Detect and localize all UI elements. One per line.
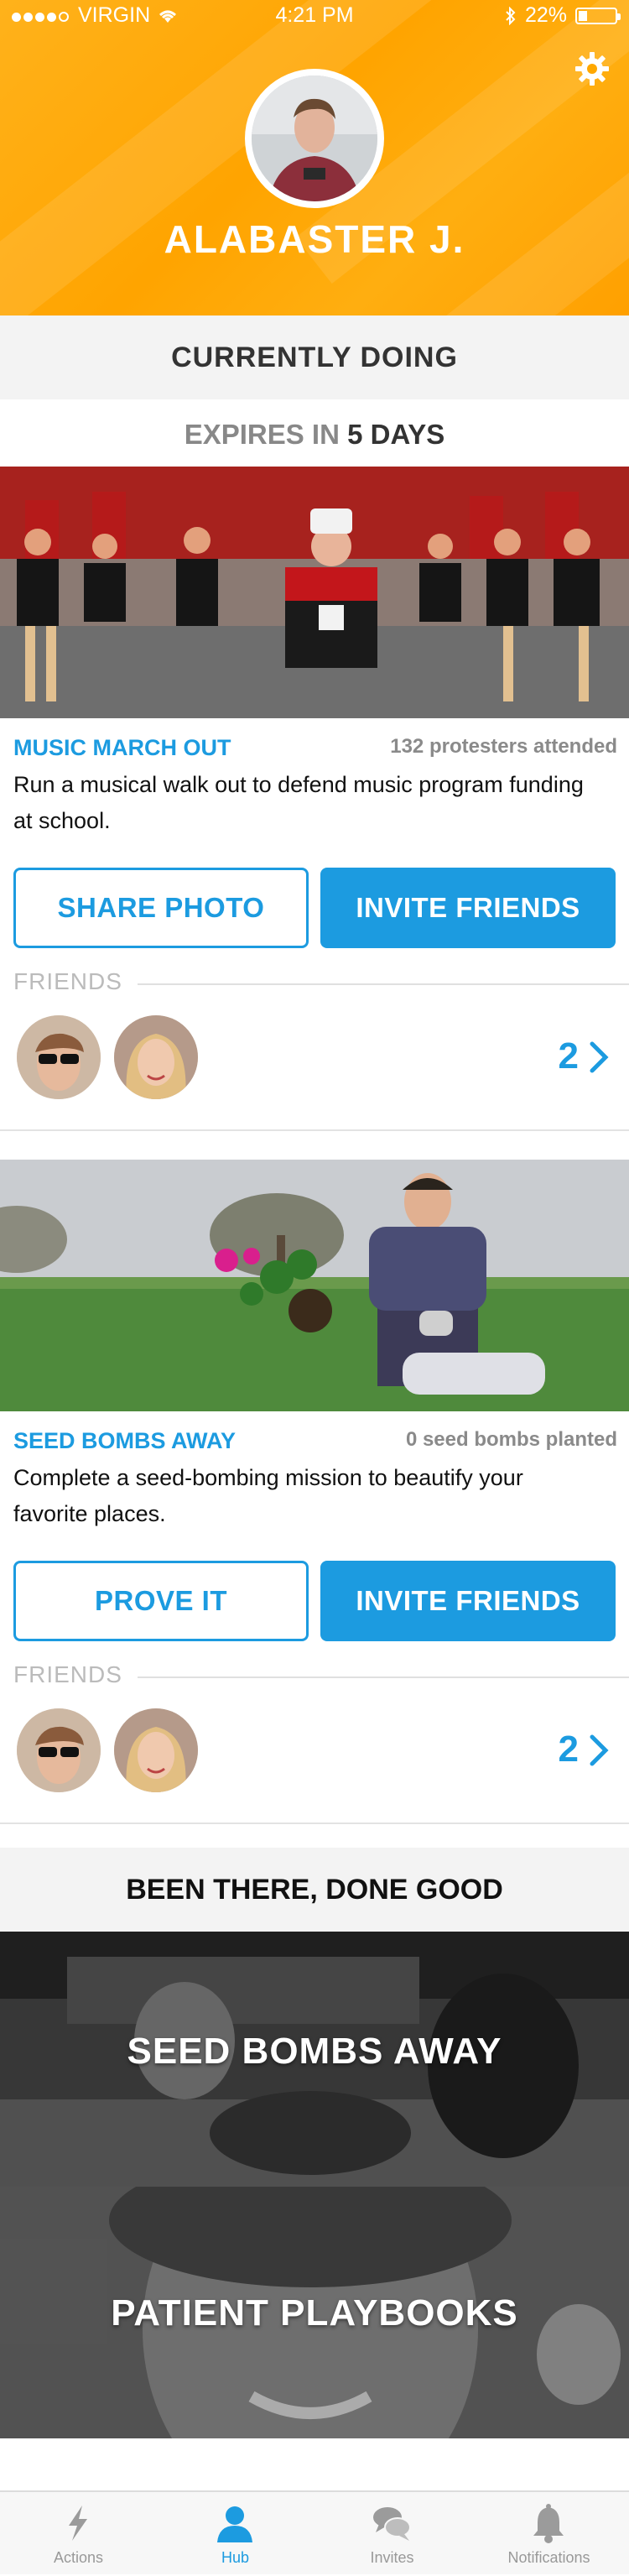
prove-it-button[interactable]: PROVE IT <box>13 1561 309 1641</box>
profile-avatar[interactable] <box>252 76 377 201</box>
person-icon <box>217 2506 252 2542</box>
bluetooth-icon <box>506 6 516 25</box>
profile-name: ALABASTER J. <box>164 217 465 261</box>
completed-actions-header: BEEN THERE, DONE GOOD <box>0 1848 629 1932</box>
expires-text: EXPIRES IN 5 DAYS <box>0 399 629 470</box>
battery-icon <box>575 7 621 24</box>
completed-action-title: PATIENT PLAYBOOKS <box>111 2292 518 2334</box>
tab-actions[interactable]: Actions <box>0 2492 157 2576</box>
lightning-icon <box>69 2506 87 2541</box>
chat-bubbles-icon <box>373 2507 411 2541</box>
currently-doing-header: CURRENTLY DOING <box>0 315 629 399</box>
chevron-right-icon[interactable] <box>587 1734 611 1767</box>
expires-prefix: EXPIRES IN <box>184 419 340 450</box>
friend-avatar[interactable] <box>17 1708 101 1792</box>
tab-label: Hub <box>221 2549 250 2566</box>
share-photo-button[interactable]: SHARE PHOTO <box>13 868 309 948</box>
invite-friends-button[interactable]: INVITE FRIENDS <box>320 868 616 948</box>
profile-header: VIRGIN 4:21 PM 22% ALABASTER J. <box>0 0 629 315</box>
friends-count[interactable]: 2 <box>559 1035 579 1077</box>
completed-action-title: SEED BOMBS AWAY <box>127 2031 502 2072</box>
tab-hub[interactable]: Hub <box>157 2492 314 2576</box>
friends-count[interactable]: 2 <box>559 1729 579 1770</box>
tab-notifications[interactable]: Notifications <box>470 2492 627 2576</box>
friend-avatar[interactable] <box>17 1015 101 1099</box>
expires-value: 5 DAYS <box>347 419 445 450</box>
completed-action-tile[interactable]: PATIENT PLAYBOOKS <box>0 2187 629 2438</box>
friend-avatar[interactable] <box>114 1708 198 1792</box>
bell-icon <box>533 2504 564 2543</box>
tab-label: Actions <box>53 2549 104 2566</box>
action-stat: 132 protesters attended <box>390 735 617 758</box>
action-description: Run a musical walk out to defend music p… <box>13 772 584 833</box>
action-title[interactable]: MUSIC MARCH OUT <box>13 735 231 761</box>
battery-percent: 22% <box>524 3 567 27</box>
tab-bar: Actions Hub Invites Notifications <box>0 2490 629 2574</box>
completed-action-tile[interactable]: SEED BOMBS AWAY <box>0 1932 629 2187</box>
status-bar: VIRGIN 4:21 PM 22% <box>0 0 629 34</box>
settings-gear-icon[interactable] <box>574 50 611 87</box>
tab-label: Notifications <box>507 2549 590 2566</box>
friend-avatar[interactable] <box>114 1015 198 1099</box>
tab-invites[interactable]: Invites <box>314 2492 470 2576</box>
chevron-right-icon[interactable] <box>587 1040 611 1074</box>
action-stat: 0 seed bombs planted <box>405 1428 617 1451</box>
friends-label: FRIENDS <box>13 1661 138 1688</box>
friends-label: FRIENDS <box>13 968 138 995</box>
action-description: Complete a seed-bombing mission to beaut… <box>13 1465 523 1526</box>
action-photo-music-march[interactable] <box>0 467 629 718</box>
tab-label: Invites <box>370 2549 414 2566</box>
invite-friends-button[interactable]: INVITE FRIENDS <box>320 1561 616 1641</box>
action-photo-seed-bombs[interactable] <box>0 1160 629 1411</box>
action-title[interactable]: SEED BOMBS AWAY <box>13 1428 236 1454</box>
